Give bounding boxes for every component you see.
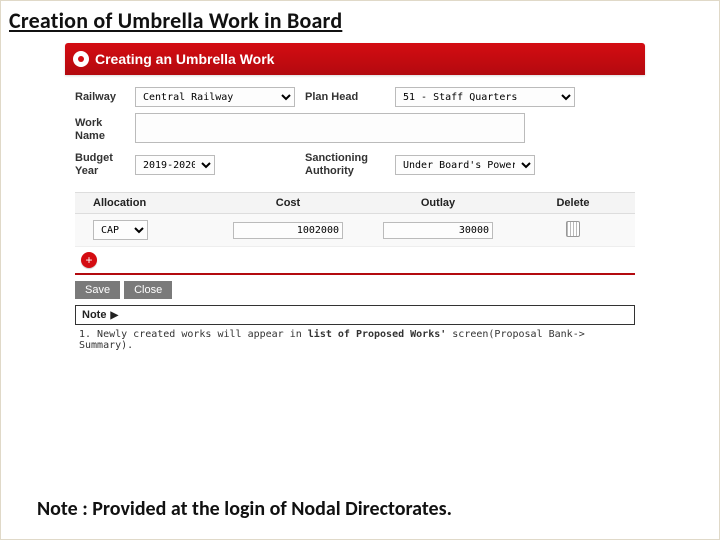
alloc-col-delete: Delete [513, 197, 633, 209]
allocation-select[interactable]: CAP [93, 220, 148, 240]
year-label: Budget Year [75, 152, 135, 178]
window-title: Creating an Umbrella Work [95, 51, 274, 67]
slide-container: Creation of Umbrella Work in Board Creat… [0, 0, 720, 540]
workname-input[interactable] [135, 113, 525, 143]
note-arrow-icon: ▶ [110, 310, 118, 321]
delete-icon[interactable] [566, 221, 580, 237]
alloc-col-allocation: Allocation [75, 197, 213, 209]
allocation-header: Allocation Cost Outlay Delete [75, 192, 635, 214]
row-workname: Work Name [75, 113, 635, 146]
add-row-button[interactable]: + [81, 252, 97, 268]
save-button[interactable]: Save [75, 281, 120, 299]
note-line-1: 1. Newly created works will appear in li… [75, 325, 635, 351]
cost-input[interactable] [233, 222, 343, 239]
alloc-col-cost: Cost [213, 197, 363, 209]
railway-label: Railway [75, 91, 135, 103]
row-railway-planhead: Railway Central Railway Plan Head 51 - S… [75, 87, 635, 107]
year-select[interactable]: 2019-2020 [135, 155, 215, 175]
slide-title: Creation of Umbrella Work in Board [1, 1, 719, 38]
planhead-label: Plan Head [305, 91, 395, 103]
note-header[interactable]: Note ▶ [75, 305, 635, 325]
allocation-row: CAP [75, 214, 635, 247]
auth-label: Sanctioning Authority [305, 152, 395, 178]
row-year-auth: Budget Year 2019-2020 Sanctioning Author… [75, 152, 635, 178]
railway-select[interactable]: Central Railway [135, 87, 295, 107]
app-window: Creating an Umbrella Work Railway Centra… [65, 43, 645, 357]
form-area: Railway Central Railway Plan Head 51 - S… [65, 75, 645, 357]
app-icon [73, 51, 89, 67]
add-row-bar: + [75, 247, 635, 275]
window-header: Creating an Umbrella Work [65, 43, 645, 75]
slide-footer-note: Note : Provided at the login of Nodal Di… [37, 497, 452, 521]
button-row: Save Close [75, 281, 635, 299]
planhead-select[interactable]: 51 - Staff Quarters [395, 87, 575, 107]
note-label: Note [82, 309, 106, 321]
alloc-col-outlay: Outlay [363, 197, 513, 209]
close-button[interactable]: Close [124, 281, 172, 299]
auth-select[interactable]: Under Board's Power( ≥ 2.5Cr) [395, 155, 535, 175]
outlay-input[interactable] [383, 222, 493, 239]
workname-label: Work Name [75, 113, 135, 143]
